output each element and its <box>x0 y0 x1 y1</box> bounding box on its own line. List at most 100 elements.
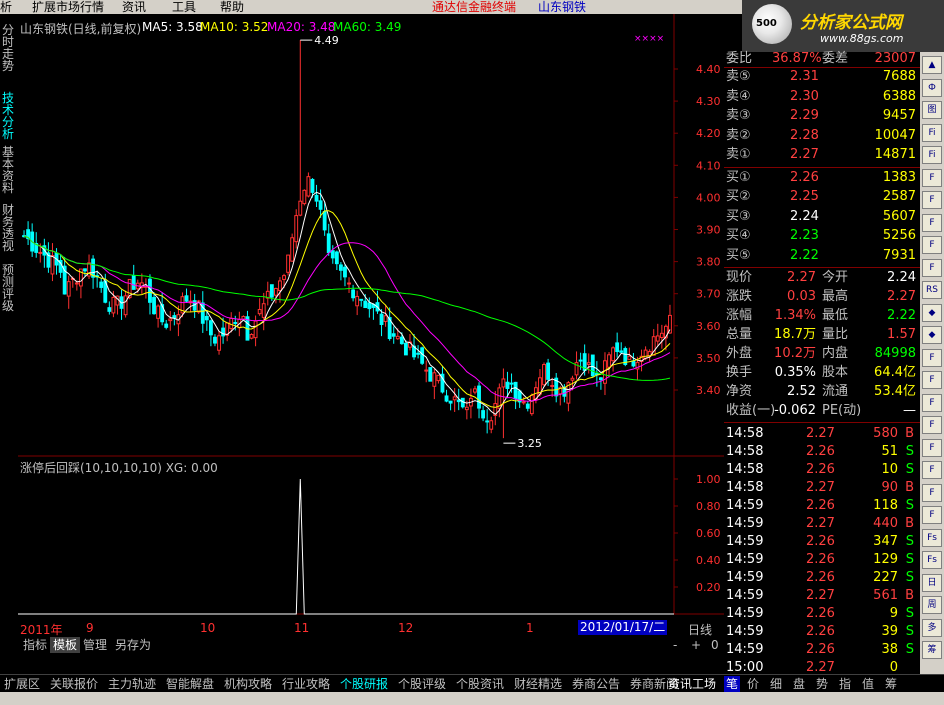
side-tool-button[interactable]: F <box>922 506 942 524</box>
left-tab-4[interactable]: 预测评级 <box>2 264 16 312</box>
side-tool-button[interactable]: Ф <box>922 78 942 97</box>
buy-level-row[interactable]: 买② 2.25 2587 <box>724 188 920 206</box>
side-tool-button[interactable]: F <box>922 213 942 232</box>
indicator-tab-2[interactable]: 管理 <box>80 637 110 653</box>
zoom-control-0[interactable]: - <box>670 637 680 653</box>
side-tool-button[interactable]: ◆ <box>922 303 942 322</box>
side-tool-button[interactable]: F <box>922 483 942 502</box>
left-tab-2[interactable]: 基本资料 <box>2 146 16 194</box>
zoom-control-2[interactable]: 0 <box>708 637 722 653</box>
quote-label: 现价 <box>726 270 753 285</box>
sell-level-price: 2.29 <box>790 108 819 123</box>
left-tab-0[interactable]: 分时走势 <box>2 24 16 72</box>
func-tab-10[interactable]: 券商公告 <box>572 676 620 692</box>
side-tool-button[interactable]: ▲ <box>922 56 942 74</box>
tick-price: 2.26 <box>806 642 835 657</box>
menu-item-tools[interactable]: 工具 <box>172 0 196 14</box>
buy-level-row[interactable]: 买① 2.26 1383 <box>724 169 920 187</box>
side-tool-button[interactable]: F <box>922 258 942 277</box>
quote-value: 0.03 <box>787 289 816 304</box>
func-tab-6[interactable]: 个股研报 <box>340 676 388 692</box>
candle-body <box>529 394 534 415</box>
view-tab-1[interactable]: 笔 <box>724 676 741 692</box>
menu-item-analysis[interactable]: 析 <box>0 0 12 14</box>
quote-value: 1.34% <box>774 308 816 323</box>
func-tab-5[interactable]: 行业攻略 <box>282 676 330 692</box>
candle-body <box>416 352 421 355</box>
side-tool-button[interactable]: 筹 <box>922 641 942 659</box>
candle-body <box>432 372 437 387</box>
indicator-tab-3[interactable]: 另存为 <box>112 637 154 653</box>
sell-level-volume: 9457 <box>882 108 916 123</box>
tick-price: 2.27 <box>806 480 835 495</box>
indicator-tab-0[interactable]: 指标 <box>20 637 50 653</box>
quote-row: 收益(一) -0.062 PE(动) — <box>724 402 920 420</box>
side-tool-button[interactable]: F <box>922 236 942 254</box>
tick-row: 14:59 2.26 9 S <box>724 605 920 623</box>
view-tab-5[interactable]: 势 <box>816 676 828 692</box>
order-ratio-label: 委比 <box>726 51 753 66</box>
chart-canvas[interactable]: 4.40 4.30 4.20 4.10 4.00 3.90 3.80 3.70 3.60 3.50… <box>18 14 724 620</box>
buy-level-row[interactable]: 买⑤ 2.22 7931 <box>724 247 920 265</box>
side-tool-button[interactable]: Fi <box>922 146 942 164</box>
buy-level-row[interactable]: 买③ 2.24 5607 <box>724 208 920 226</box>
side-tool-button[interactable]: 日 <box>922 573 942 592</box>
func-tab-8[interactable]: 个股资讯 <box>456 676 504 692</box>
left-tab-3[interactable]: 财务透视 <box>2 204 16 252</box>
price-tick: 3.80 <box>696 256 721 269</box>
side-tool-button[interactable]: F <box>922 371 942 389</box>
func-tab-3[interactable]: 智能解盘 <box>166 676 214 692</box>
view-tab-3[interactable]: 细 <box>770 676 782 692</box>
sell-level-row[interactable]: 卖② 2.28 10047 <box>724 127 920 145</box>
side-tool-button[interactable]: ◆ <box>922 326 942 344</box>
view-tab-6[interactable]: 指 <box>839 676 851 692</box>
side-tool-button[interactable]: Fi <box>922 123 942 142</box>
zoom-control-1[interactable]: + <box>688 637 704 653</box>
func-tab-9[interactable]: 财经精选 <box>514 676 562 692</box>
side-tool-button[interactable]: RS <box>922 281 942 299</box>
side-tool-button[interactable]: 图 <box>922 101 942 119</box>
candle-body <box>213 336 217 344</box>
kline-chart[interactable]: 4.40 4.30 4.20 4.10 4.00 3.90 3.80 3.70 3.60 3.50… <box>18 14 724 620</box>
low-annotation: 3.25 <box>517 437 542 450</box>
view-tab-7[interactable]: 值 <box>862 676 874 692</box>
func-tab-2[interactable]: 主力轨迹 <box>108 676 156 692</box>
side-tool-button[interactable]: F <box>922 348 942 367</box>
func-tab-1[interactable]: 关联报价 <box>50 676 98 692</box>
candle-body <box>66 281 71 297</box>
view-tab-0[interactable]: 资讯工场 <box>668 676 716 692</box>
menu-item-extended-market[interactable]: 扩展市场行情 <box>32 0 104 14</box>
side-tool-button[interactable]: F <box>922 438 942 457</box>
tick-row: 14:59 2.26 38 S <box>724 641 920 659</box>
side-tool-button[interactable]: F <box>922 168 942 187</box>
sell-level-row[interactable]: 卖③ 2.29 9457 <box>724 107 920 125</box>
menu-item-help[interactable]: 帮助 <box>220 0 244 14</box>
quote-value: 2.24 <box>887 270 916 285</box>
tick-time: 14:59 <box>726 570 764 585</box>
sell-level-row[interactable]: 卖④ 2.30 6388 <box>724 88 920 106</box>
side-tool-button[interactable]: F <box>922 393 942 412</box>
func-tab-7[interactable]: 个股评级 <box>398 676 446 692</box>
side-tool-button[interactable]: F <box>922 461 942 479</box>
sell-level-row[interactable]: 卖⑤ 2.31 7688 <box>724 68 920 86</box>
divider <box>724 267 920 268</box>
tick-volume: 51 <box>881 444 898 459</box>
view-tab-4[interactable]: 盘 <box>793 676 805 692</box>
menu-item-news[interactable]: 资讯 <box>122 0 146 14</box>
side-tool-button[interactable]: 多 <box>922 618 942 637</box>
view-tab-2[interactable]: 价 <box>747 676 759 692</box>
side-tool-button[interactable]: Fs <box>922 528 942 547</box>
left-tab-1[interactable]: 技术分析 <box>2 92 16 140</box>
indicator-tick: 0.80 <box>696 500 721 513</box>
sell-level-row[interactable]: 卖① 2.27 14871 <box>724 146 920 164</box>
side-tool-button[interactable]: 周 <box>922 596 942 614</box>
side-tool-button[interactable]: F <box>922 191 942 209</box>
side-tool-button[interactable]: F <box>922 416 942 434</box>
func-tab-4[interactable]: 机构攻略 <box>224 676 272 692</box>
indicator-tab-1[interactable]: 模板 <box>50 637 81 653</box>
view-tab-8[interactable]: 筹 <box>885 676 897 692</box>
buy-level-row[interactable]: 买④ 2.23 5256 <box>724 227 920 245</box>
side-tool-button[interactable]: Fs <box>922 551 942 569</box>
tick-row: 14:58 2.26 51 S <box>724 443 920 461</box>
func-tab-0[interactable]: 扩展区 <box>4 676 40 692</box>
